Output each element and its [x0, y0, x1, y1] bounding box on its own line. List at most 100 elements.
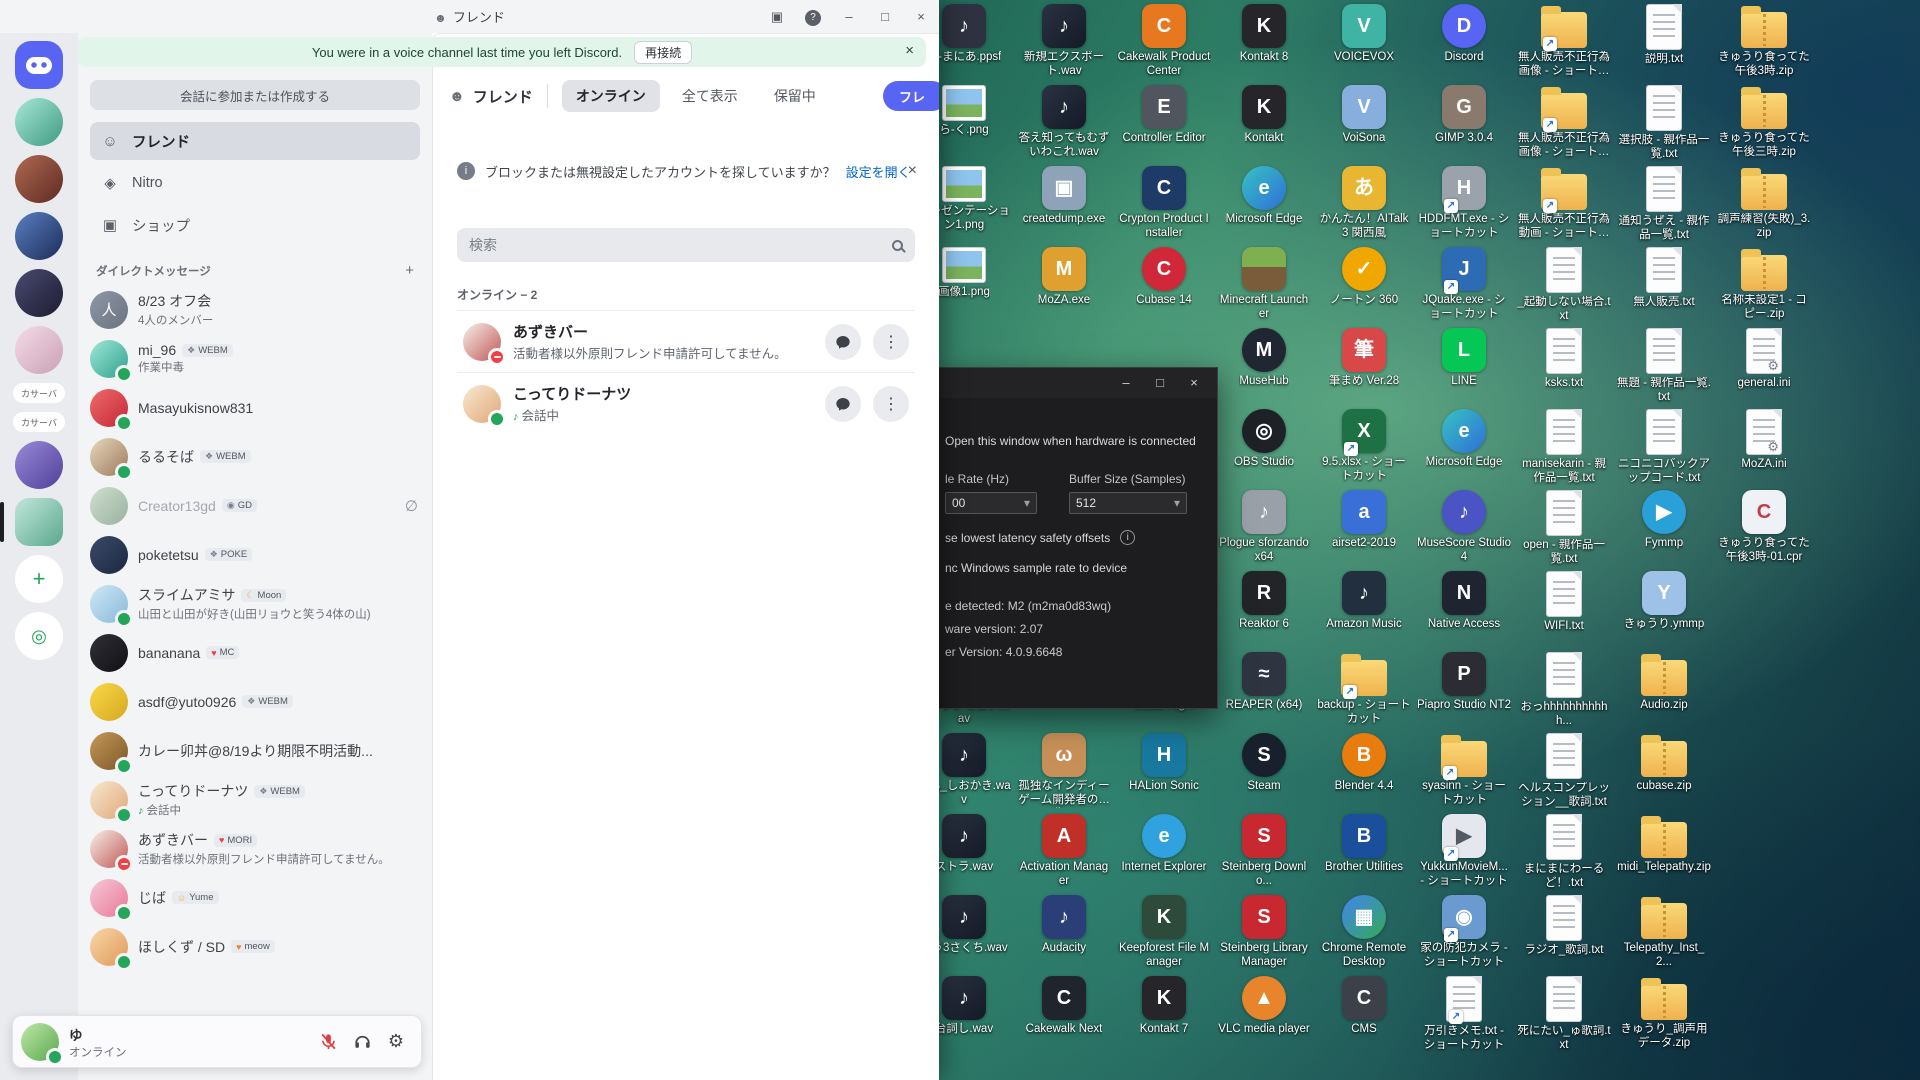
desktop-icon[interactable]: ◉↗家の防犯カメラ - ショートカット — [1414, 895, 1514, 970]
desktop-icon[interactable]: ▲VLC media player — [1214, 976, 1314, 1037]
desktop-icon[interactable]: AActivation Manager — [1014, 814, 1114, 889]
desktop-icon[interactable]: H↗HDDFMT.exe - ショートカット — [1414, 166, 1514, 241]
minimize-button[interactable]: – — [831, 9, 867, 24]
dm-list-item[interactable]: asdf@yuto0926❖WEBM — [78, 677, 432, 726]
server-pill[interactable]: カサーバ — [13, 412, 65, 432]
desktop-icon[interactable]: ↗無人販売不正行為画像 - ショートカッ... — [1514, 4, 1614, 79]
more-options-button[interactable]: ⋮ — [873, 324, 909, 360]
desktop-icon[interactable]: Cきゅうり食ってた午後3時-01.cpr — [1714, 490, 1814, 565]
desktop-icon[interactable]: SSteinberg Downlo... — [1214, 814, 1314, 889]
desktop-icon[interactable]: 通知うぜえ - 親作品一覧.txt — [1614, 166, 1714, 243]
desktop-icon[interactable]: ✓ノートン 360 — [1314, 247, 1414, 308]
desktop-icon[interactable]: MMoZA.exe — [1014, 247, 1114, 308]
desktop-icon[interactable]: MMuseHub — [1214, 328, 1314, 389]
desktop-icon[interactable]: Audio.zip — [1614, 652, 1714, 713]
dm-list-item[interactable]: るるそば❖WEBM — [78, 432, 432, 481]
desktop-icon[interactable]: 死にたい_ゅ歌詞.txt — [1514, 976, 1614, 1053]
server-icon[interactable] — [15, 269, 63, 317]
sync-sample-rate-option[interactable]: nc Windows sample rate to device — [945, 561, 1207, 575]
desktop-icon[interactable]: CCubase 14 — [1114, 247, 1214, 308]
sidebar-item-Nitro[interactable]: ◈Nitro — [90, 164, 420, 202]
desktop-icon[interactable]: cubase.zip — [1614, 733, 1714, 794]
desktop-icon[interactable]: ◎OBS Studio — [1214, 409, 1314, 470]
friend-row[interactable]: こってりドーナツ♪会話中⋮ — [457, 372, 915, 434]
friend-search-input[interactable] — [469, 237, 892, 253]
dm-list-item[interactable]: じば☺Yume — [78, 873, 432, 922]
hint-close-icon[interactable]: × — [908, 162, 917, 180]
dm-list-item[interactable]: スライムアミサ☾Moon山田と山田が好き(山田リョウと笑う4体の山) — [78, 579, 432, 628]
server-icon[interactable] — [15, 212, 63, 260]
desktop-icon[interactable]: ↗無人販売不正行為画像 - ショートカット — [1514, 85, 1614, 160]
desktop-icon[interactable]: BBrother Utilities — [1314, 814, 1414, 875]
desktop-icon[interactable]: aairset2-2019 — [1314, 490, 1414, 551]
server-pill[interactable]: カサーバ — [13, 383, 65, 403]
desktop-icon[interactable]: ▦Chrome Remote Desktop — [1314, 895, 1414, 970]
friend-row[interactable]: あずきバー活動者様以外原則フレンド申請許可してません。⋮ — [457, 310, 915, 372]
dm-list-item[interactable]: こってりドーナツ❖WEBM♪会話中 — [78, 775, 432, 824]
mic-muted-button[interactable] — [311, 1026, 345, 1058]
desktop-icon[interactable]: PPiapro Studio NT2 — [1414, 652, 1514, 713]
desktop-icon[interactable]: BBlender 4.4 — [1314, 733, 1414, 794]
tab-オンライン[interactable]: オンライン — [562, 80, 660, 112]
desktop-icon[interactable]: ⚙MoZA.ini — [1714, 409, 1814, 472]
desktop-icon[interactable]: LLINE — [1414, 328, 1514, 389]
desktop-icon[interactable]: CCakewalk Product Center — [1114, 4, 1214, 79]
desktop-icon[interactable]: ♪答え知ってもむずいわこれ.wav — [1014, 85, 1114, 160]
buffer-size-select[interactable]: 512▾ — [1069, 492, 1187, 514]
desktop-icon[interactable]: おっhhhhhhhhhhh... — [1514, 652, 1614, 729]
desktop-icon[interactable]: 説明.txt — [1614, 4, 1714, 67]
close-button[interactable]: × — [903, 9, 939, 24]
server-icon[interactable] — [15, 155, 63, 203]
desktop-icon[interactable]: eMicrosoft Edge — [1214, 166, 1314, 227]
message-button[interactable] — [825, 324, 861, 360]
desktop-icon[interactable]: EController Editor — [1114, 85, 1214, 146]
desktop-icon[interactable]: open - 親作品一覧.txt — [1514, 490, 1614, 567]
desktop-icon[interactable]: ♪Plogue sforzando x64 — [1214, 490, 1314, 565]
desktop-icon[interactable]: Yきゅうり.ymmp — [1614, 571, 1714, 632]
add-friend-button[interactable]: フレ — [883, 81, 939, 111]
desktop-icon[interactable]: 調声練習(失敗)_3.zip — [1714, 166, 1814, 241]
desktop-icon[interactable]: KKontakt 8 — [1214, 4, 1314, 65]
inbox-icon[interactable]: ▣ — [759, 9, 795, 25]
hidden-eye-icon[interactable]: ∅ — [405, 497, 418, 515]
desktop-icon[interactable]: X↗9.5.xlsx - ショートカット — [1314, 409, 1414, 484]
desktop-icon[interactable]: manisekarin - 親作品一覧.txt — [1514, 409, 1614, 486]
headphones-button[interactable] — [345, 1026, 379, 1058]
create-dm-button[interactable]: + — [405, 262, 414, 279]
dm-list-item[interactable]: bananana♥MC — [78, 628, 432, 677]
desktop-icon[interactable]: KKeepforest File Manager — [1114, 895, 1214, 970]
dialog-minimize-button[interactable]: – — [1111, 371, 1141, 395]
desktop-icon[interactable]: _起動しない場合.txt — [1514, 247, 1614, 324]
desktop-icon[interactable]: 無題 - 親作品一覧.txt — [1614, 328, 1714, 405]
desktop-icon[interactable]: eMicrosoft Edge — [1414, 409, 1514, 470]
dm-list-item[interactable]: あずきバー♥MORI活動者様以外原則フレンド申請許可してません。 — [78, 824, 432, 873]
desktop-icon[interactable]: GGIMP 3.0.4 — [1414, 85, 1514, 146]
desktop-icon[interactable]: WIFI.txt — [1514, 571, 1614, 634]
explore-button[interactable]: ◎ — [15, 612, 63, 660]
server-icon[interactable] — [15, 441, 63, 489]
desktop-icon[interactable]: 選択肢 - 親作品一覧.txt — [1614, 85, 1714, 162]
help-icon[interactable]: ? — [795, 8, 831, 26]
desktop-icon[interactable]: ⚙general.ini — [1714, 328, 1814, 391]
server-icon[interactable] — [15, 98, 63, 146]
desktop-icon[interactable]: ▣createdump.exe — [1014, 166, 1114, 227]
dialog-maximize-button[interactable]: □ — [1145, 371, 1175, 395]
server-icon[interactable] — [15, 326, 63, 374]
desktop-icon[interactable]: ▶↗YukkunMovieM... - ショートカット — [1414, 814, 1514, 889]
desktop-icon[interactable]: SSteinberg Library Manager — [1214, 895, 1314, 970]
dm-list-item[interactable]: 人8/23 オフ会4人のメンバー — [78, 285, 432, 334]
desktop-icon[interactable]: きゅうり食ってた午後3時.zip — [1714, 4, 1814, 79]
desktop-icon[interactable]: ♪Audacity — [1014, 895, 1114, 956]
desktop-icon[interactable]: VVoiSona — [1314, 85, 1414, 146]
desktop-icon[interactable]: midi_Telepathy.zip — [1614, 814, 1714, 875]
desktop-icon[interactable]: ヘルスコンプレッション__歌詞.txt — [1514, 733, 1614, 810]
desktop-icon[interactable]: 名称未設定1 - コピー.zip — [1714, 247, 1814, 322]
desktop-icon[interactable]: KKontakt 7 — [1114, 976, 1214, 1037]
desktop-icon[interactable]: ♪MuseScore Studio 4 — [1414, 490, 1514, 565]
desktop-icon[interactable]: ニコニコバックアップコード.txt — [1614, 409, 1714, 486]
desktop-icon[interactable]: CCakewalk Next — [1014, 976, 1114, 1037]
dm-list-item[interactable]: Creator13gd◉GD∅ — [78, 481, 432, 530]
message-button[interactable] — [825, 386, 861, 422]
dm-list-item[interactable]: mi_96❖WEBM作業中毒 — [78, 334, 432, 383]
reconnect-button[interactable]: 再接続 — [634, 41, 692, 64]
